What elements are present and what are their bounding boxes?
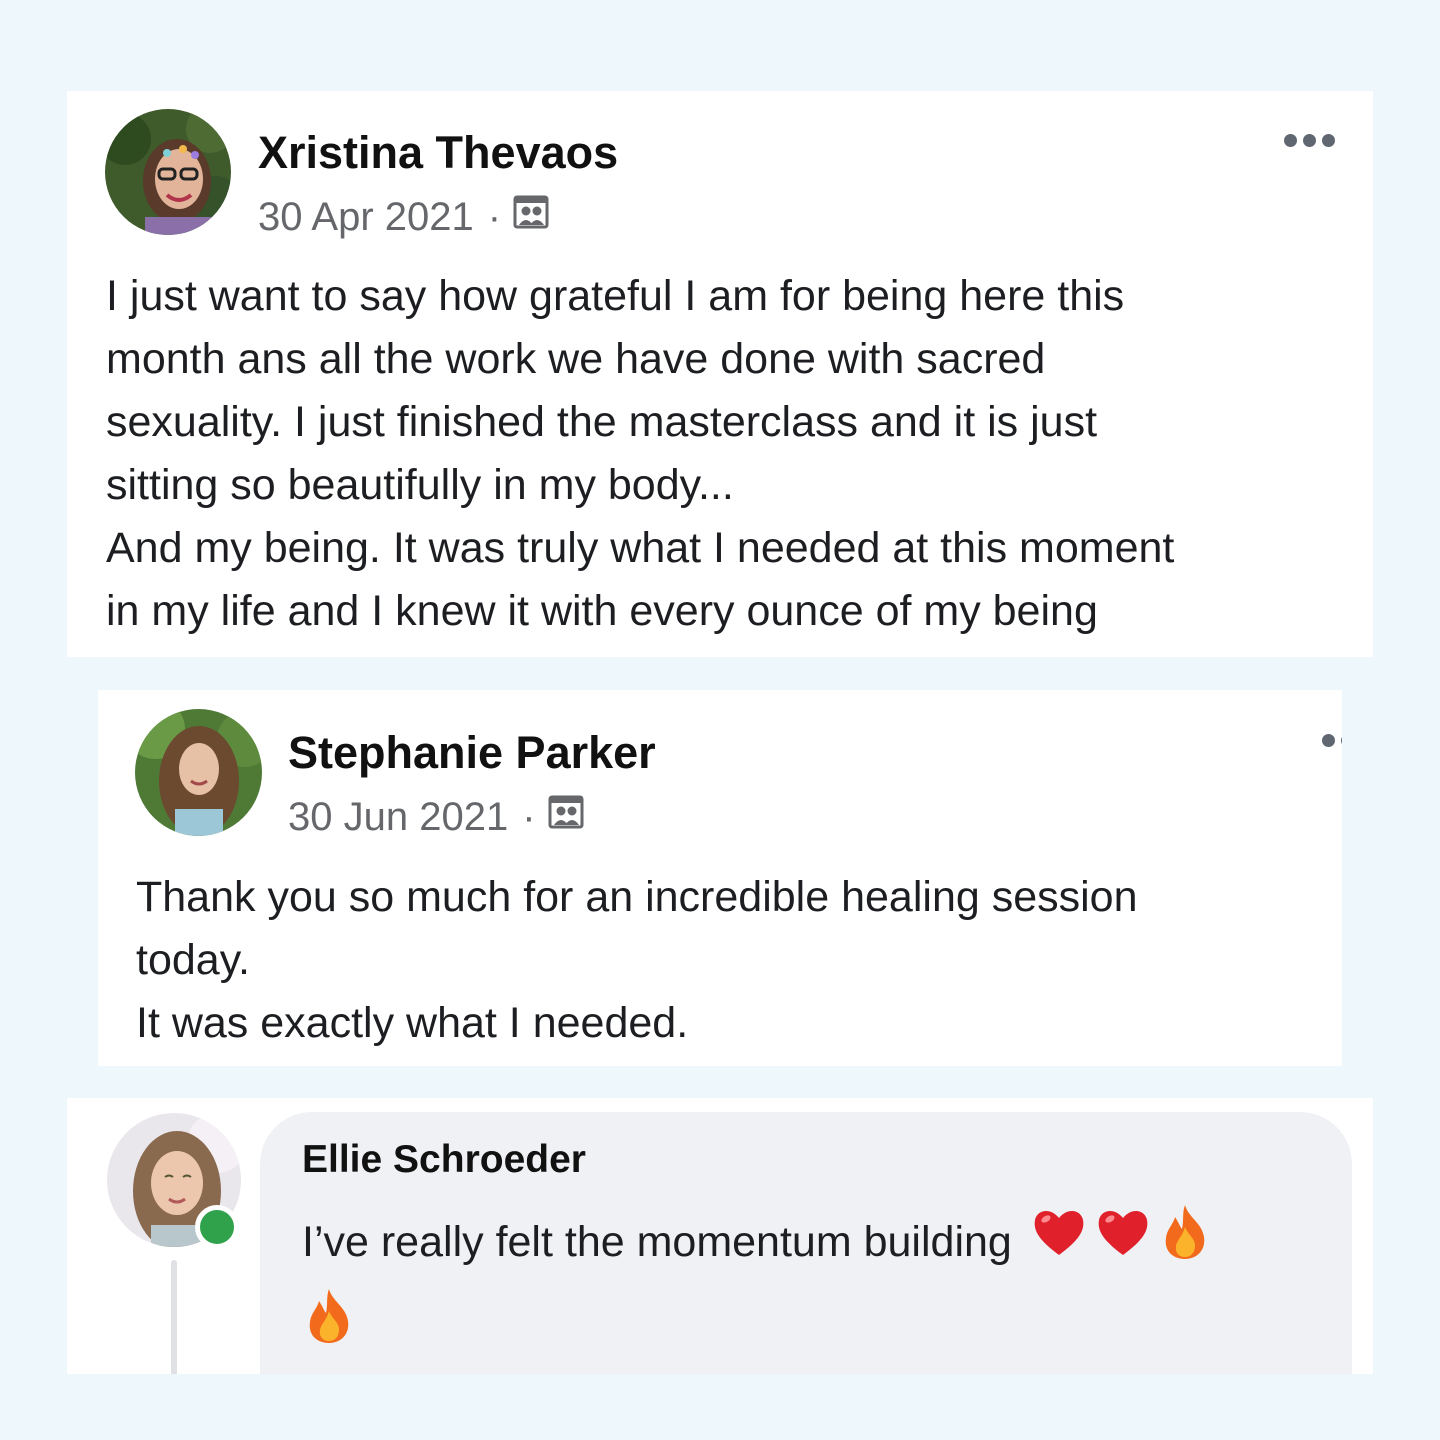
red-heart-emoji (1030, 1203, 1088, 1287)
fire-emoji (1158, 1203, 1212, 1287)
post-body: Thank you so much for an incredible heal… (136, 866, 1138, 1055)
comment-bubble[interactable]: Ellie Schroeder I’ve really felt the mom… (260, 1112, 1352, 1374)
post-author[interactable]: Xristina Thevaos (258, 127, 618, 179)
comment-card: Ellie Schroeder I’ve really felt the mom… (67, 1098, 1373, 1374)
avatar[interactable] (105, 109, 231, 235)
post-text-line: sitting so beautifully in my body... (106, 461, 734, 509)
comment-text: I’ve really felt the momentum building (302, 1202, 1322, 1371)
post-text-line: today. (136, 936, 250, 984)
group-icon (548, 794, 584, 840)
post-text-line: month ans all the work we have done with… (106, 335, 1046, 383)
post-author[interactable]: Stephanie Parker (288, 727, 656, 779)
online-status-indicator (195, 1205, 239, 1249)
post-text-line: And my being. It was truly what I needed… (106, 524, 1175, 572)
post-date[interactable]: 30 Apr 2021 (258, 195, 474, 240)
post-card: Xristina Thevaos 30 Apr 2021 · I just wa… (67, 91, 1373, 657)
comment-author[interactable]: Ellie Schroeder (302, 1138, 586, 1182)
post-text-line: It was exactly what I needed. (136, 999, 689, 1047)
more-options-icon[interactable] (1322, 734, 1342, 747)
post-meta: 30 Jun 2021 · (288, 794, 584, 840)
more-options-icon[interactable] (1284, 134, 1335, 147)
post-body: I just want to say how grateful I am for… (106, 265, 1174, 643)
thread-line (171, 1260, 177, 1374)
comment-text-content: I’ve really felt the momentum building (302, 1218, 1012, 1266)
separator-dot: · (487, 194, 502, 239)
red-heart-emoji (1094, 1203, 1152, 1287)
separator-dot: · (522, 794, 536, 839)
post-text-line: in my life and I knew it with every ounc… (106, 587, 1098, 635)
post-date[interactable]: 30 Jun 2021 (288, 795, 508, 840)
post-text-line: sexuality. I just finished the mastercla… (106, 398, 1098, 446)
post-card: Stephanie Parker 30 Jun 2021 · Thank you… (98, 690, 1342, 1066)
post-meta: 30 Apr 2021 · (258, 194, 549, 240)
group-icon (513, 194, 549, 240)
post-text-line: I just want to say how grateful I am for… (106, 272, 1125, 320)
post-text-line: Thank you so much for an incredible heal… (136, 873, 1138, 921)
avatar[interactable] (135, 709, 262, 836)
fire-emoji (302, 1287, 356, 1371)
